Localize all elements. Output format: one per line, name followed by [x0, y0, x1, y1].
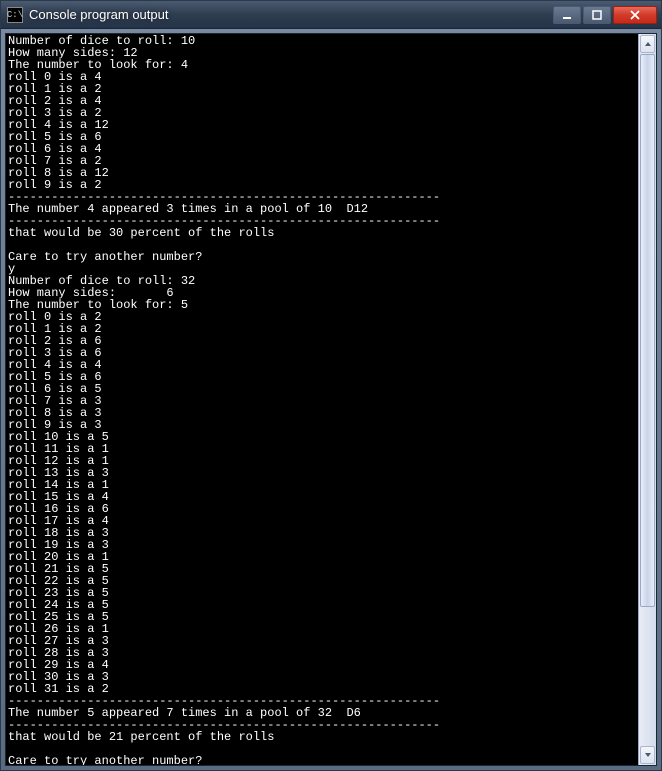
maximize-icon [592, 10, 602, 20]
minimize-button[interactable] [553, 6, 581, 24]
chevron-up-icon [644, 41, 652, 47]
scroll-down-button[interactable] [640, 746, 655, 764]
window-controls [553, 6, 657, 24]
client-area: Number of dice to roll: 10 How many side… [5, 33, 657, 766]
titlebar[interactable]: C:\ Console program output [1, 1, 661, 29]
console-output: Number of dice to roll: 10 How many side… [6, 34, 638, 765]
chevron-down-icon [644, 752, 652, 758]
maximize-button[interactable] [583, 6, 611, 24]
scroll-track[interactable] [639, 54, 656, 745]
close-icon [629, 10, 641, 20]
app-icon: C:\ [7, 7, 23, 23]
scroll-up-button[interactable] [640, 35, 655, 53]
console-window: C:\ Console program output Number of dic… [0, 0, 662, 771]
window-title: Console program output [29, 7, 547, 22]
close-button[interactable] [613, 6, 657, 24]
scroll-thumb[interactable] [640, 54, 655, 607]
vertical-scrollbar[interactable] [638, 34, 656, 765]
minimize-icon [562, 10, 572, 20]
